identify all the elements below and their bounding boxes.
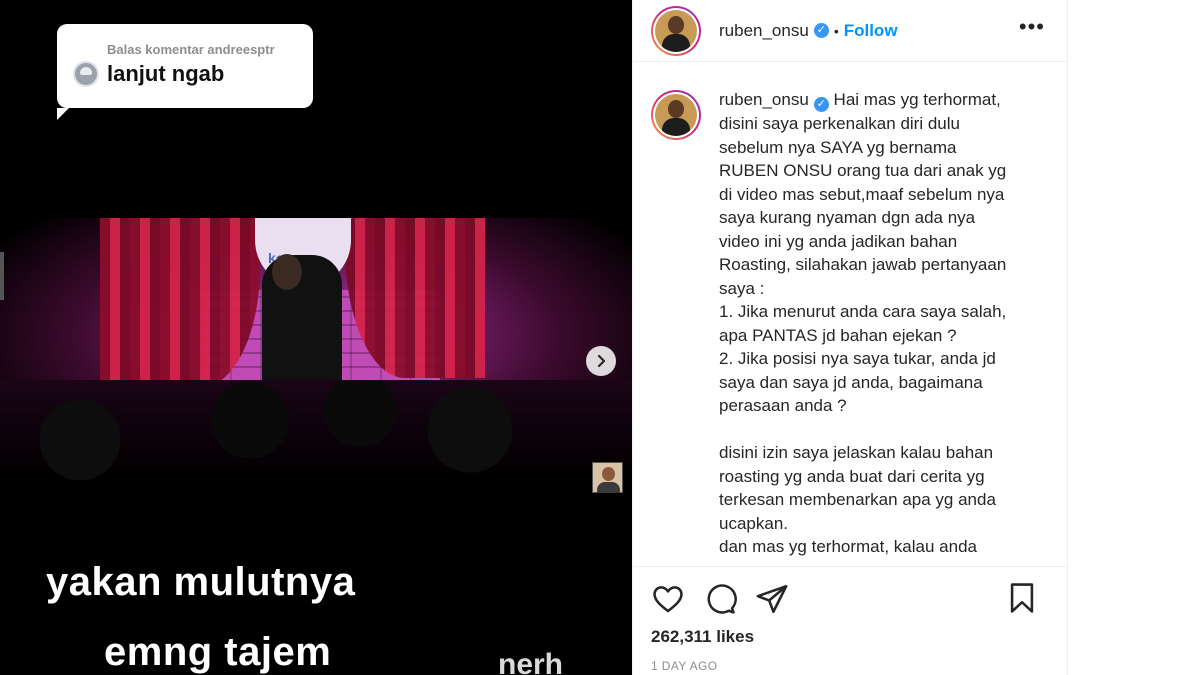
post-header: ruben_onsu ✓ • Follow ••• bbox=[633, 0, 1067, 62]
avatar bbox=[655, 94, 697, 136]
heart-icon bbox=[653, 586, 683, 613]
save-button[interactable] bbox=[1005, 581, 1039, 615]
reply-avatar bbox=[73, 61, 99, 87]
performer-head bbox=[272, 254, 302, 290]
post-side-panel: ruben_onsu ✓ • Follow ••• ruben_onsu ✓ Ha… bbox=[632, 0, 1068, 675]
reply-comment-bubble: Balas komentar andreesptr lanjut ngab bbox=[57, 24, 313, 120]
caption-text: Hai mas yg terhormat, disini saya perken… bbox=[719, 90, 1007, 556]
paper-plane-icon bbox=[756, 584, 788, 614]
caption-username[interactable]: ruben_onsu bbox=[719, 90, 809, 109]
caption-text-block: ruben_onsu ✓ Hai mas yg terhormat, disini… bbox=[719, 88, 1045, 565]
audience-silhouettes bbox=[0, 380, 632, 480]
like-button[interactable] bbox=[651, 582, 685, 616]
avatar bbox=[655, 9, 697, 52]
comment-button[interactable] bbox=[703, 582, 737, 616]
corner-watermark: nerh bbox=[498, 648, 564, 675]
video-caption-line1: yakan mulutnya bbox=[46, 560, 356, 604]
story-ring[interactable] bbox=[651, 5, 701, 56]
caption-comment: ruben_onsu ✓ Hai mas yg terhormat, disini… bbox=[633, 63, 1067, 565]
edge-tab bbox=[0, 252, 4, 300]
curtain-left bbox=[100, 218, 260, 388]
post-media[interactable]: ke... Balas komentar andreesptr lanjut n… bbox=[0, 0, 632, 675]
post-actions: 262,311 likes 1 DAY AGO bbox=[633, 566, 1067, 675]
follow-button[interactable]: Follow bbox=[844, 21, 898, 41]
reply-header: Balas komentar andreesptr bbox=[107, 42, 275, 57]
overlay-thumbnail bbox=[592, 462, 623, 493]
share-button[interactable] bbox=[755, 582, 789, 616]
header-username[interactable]: ruben_onsu bbox=[719, 21, 809, 41]
next-media-button[interactable] bbox=[586, 346, 616, 376]
comment-icon bbox=[707, 584, 737, 614]
separator-dot: • bbox=[833, 22, 839, 39]
more-options-icon[interactable]: ••• bbox=[1019, 14, 1045, 40]
page-background bbox=[1068, 0, 1200, 675]
post-timestamp[interactable]: 1 DAY AGO bbox=[651, 659, 1049, 673]
bookmark-icon bbox=[1010, 583, 1034, 613]
likes-count[interactable]: 262,311 likes bbox=[651, 627, 1049, 647]
verified-badge-icon: ✓ bbox=[813, 97, 829, 112]
comment-avatar-ring[interactable] bbox=[651, 90, 701, 140]
video-caption-line2: emng tajem bbox=[104, 630, 332, 674]
chevron-right-icon bbox=[597, 354, 606, 368]
verified-badge-icon: ✓ bbox=[813, 23, 829, 38]
reply-text: lanjut ngab bbox=[107, 61, 225, 86]
